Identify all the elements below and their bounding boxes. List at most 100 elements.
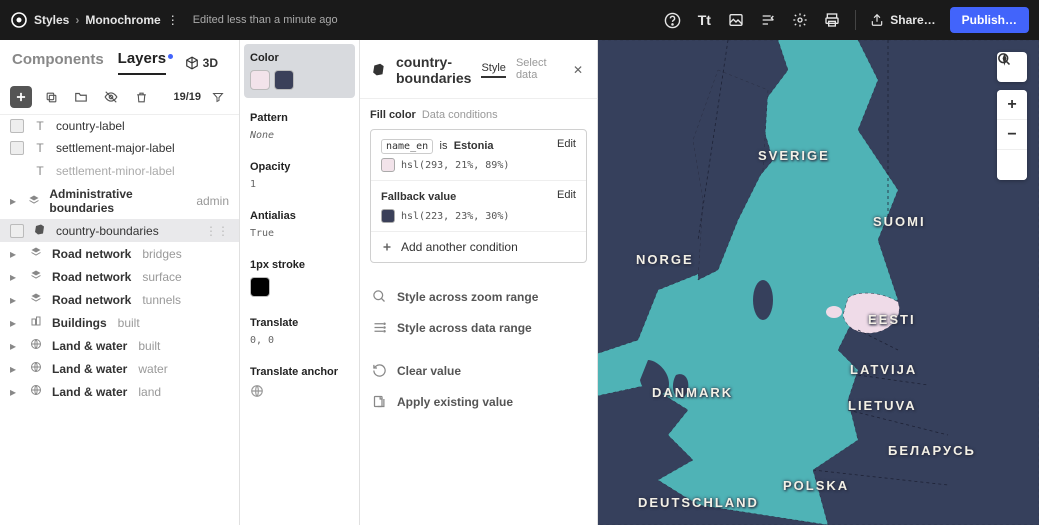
stroke-swatch[interactable] (250, 277, 270, 297)
notification-dot-icon (168, 54, 173, 59)
prop-antialias[interactable]: Antialias True (240, 200, 359, 249)
chevron-right-icon: ▸ (10, 247, 20, 261)
typography-icon[interactable]: Tt (695, 11, 713, 29)
layer-group-landwater-water[interactable]: ▸ Land & water water (0, 357, 239, 380)
layer-sublabel: admin (196, 194, 229, 208)
layer-sublabel: built (138, 339, 160, 353)
layer-group-admin[interactable]: ▸ Administrative boundaries admin (0, 183, 239, 219)
tab-3d-label: 3D (203, 56, 218, 70)
history-icon[interactable] (759, 11, 777, 29)
help-icon[interactable] (663, 11, 681, 29)
duplicate-button[interactable] (40, 86, 62, 108)
conditions-box: Edit name_en is Estonia hsl(293, 21%, 89… (370, 129, 587, 263)
style-zoom-button[interactable]: Style across zoom range (370, 281, 587, 312)
zoom-in-button[interactable]: + (997, 90, 1027, 120)
image-icon[interactable] (727, 11, 745, 29)
layer-group-roads-bridges[interactable]: ▸ Road network bridges (0, 242, 239, 265)
text-layer-icon: T (32, 141, 48, 155)
layer-item-country-boundaries[interactable]: country-boundaries ⋮⋮ (0, 219, 239, 242)
layer-label: Administrative boundaries (49, 187, 185, 215)
edit-link[interactable]: Edit (557, 189, 576, 201)
chevron-right-icon: ▸ (10, 385, 20, 399)
print-icon[interactable] (823, 11, 841, 29)
clear-value-button[interactable]: Clear value (370, 355, 587, 386)
layer-label: country-boundaries (56, 224, 159, 238)
drag-handle-icon[interactable]: ⋮⋮ (205, 224, 229, 238)
condition-item-estonia[interactable]: Edit name_en is Estonia hsl(293, 21%, 89… (371, 130, 586, 180)
layer-item-country-label[interactable]: T country-label ⋮⋮ (0, 115, 239, 137)
color-swatch-dark[interactable] (274, 70, 294, 90)
condition-item-fallback[interactable]: Edit Fallback value hsl(223, 23%, 30%) (371, 180, 586, 231)
prop-value: 0, 0 (250, 335, 349, 346)
group-icon (28, 269, 44, 284)
layer-group-landwater-built[interactable]: ▸ Land & water built (0, 334, 239, 357)
tab-style[interactable]: Style (481, 62, 505, 78)
layer-group-landwater-land[interactable]: ▸ Land & water land (0, 380, 239, 403)
apply-existing-button[interactable]: Apply existing value (370, 386, 587, 417)
layer-sublabel: built (118, 316, 140, 330)
close-icon[interactable]: ✕ (571, 61, 585, 79)
prop-value: True (250, 228, 349, 239)
gear-icon[interactable] (791, 11, 809, 29)
group-icon (28, 246, 44, 261)
layers-list: T country-label ⋮⋮ T settlement-major-la… (0, 115, 239, 525)
layer-group-buildings[interactable]: ▸ Buildings built (0, 311, 239, 334)
style-data-button[interactable]: Style across data range (370, 312, 587, 343)
chevron-right-icon: ▸ (10, 339, 20, 353)
layer-group-roads-tunnels[interactable]: ▸ Road network tunnels (0, 288, 239, 311)
layer-sublabel: bridges (142, 247, 181, 261)
add-condition-button[interactable]: Add another condition (371, 231, 586, 262)
layer-item-settlement-minor[interactable]: T settlement-minor-label (0, 159, 239, 183)
breadcrumb-current[interactable]: Monochrome (85, 13, 160, 27)
delete-button[interactable] (130, 86, 152, 108)
publish-button[interactable]: Publish… (950, 7, 1029, 33)
edit-link[interactable]: Edit (557, 138, 576, 150)
add-layer-button[interactable] (10, 86, 32, 108)
layer-label: Land & water (52, 339, 127, 353)
layer-sublabel: water (138, 362, 167, 376)
layer-sublabel: surface (142, 270, 181, 284)
text-layer-icon: T (32, 119, 48, 133)
prop-title: Translate (250, 317, 349, 329)
filter-button[interactable] (207, 86, 229, 108)
field-pill: name_en (381, 139, 433, 154)
chevron-right-icon: › (75, 13, 79, 27)
visibility-button[interactable] (100, 86, 122, 108)
hsl-value: hsl(293, 21%, 89%) (401, 160, 509, 171)
detail-panel: country-boundaries Style Select data ✕ F… (360, 40, 598, 525)
color-swatch (381, 158, 395, 172)
prop-stroke[interactable]: 1px stroke (240, 249, 359, 307)
action-label: Clear value (397, 364, 461, 378)
prop-opacity[interactable]: Opacity 1 (240, 151, 359, 200)
prop-color[interactable]: Color (244, 44, 355, 98)
conditions-label: Data conditions (422, 109, 498, 121)
prop-translate[interactable]: Translate 0, 0 (240, 307, 359, 356)
compass-button[interactable] (997, 150, 1027, 180)
checkbox-icon (10, 141, 24, 155)
share-button[interactable]: Share… (870, 13, 935, 27)
folder-button[interactable] (70, 86, 92, 108)
layer-item-settlement-major[interactable]: T settlement-major-label ⋮⋮ (0, 137, 239, 159)
top-bar: Styles › Monochrome ⋮ Edited less than a… (0, 0, 1039, 40)
prop-title: Color (250, 52, 349, 64)
logo-icon[interactable] (10, 11, 28, 29)
prop-translate-anchor[interactable]: Translate anchor (240, 356, 359, 411)
tab-components[interactable]: Components (12, 51, 104, 74)
color-swatch-light[interactable] (250, 70, 270, 90)
hsl-value: hsl(223, 23%, 30%) (401, 211, 509, 222)
checkbox-icon (10, 224, 24, 238)
zoom-out-button[interactable]: − (997, 120, 1027, 150)
breadcrumb-root[interactable]: Styles (34, 13, 69, 27)
layer-label: Buildings (52, 316, 107, 330)
tab-select-data[interactable]: Select data (516, 57, 561, 83)
tab-layers[interactable]: Layers (118, 50, 166, 75)
tab-3d[interactable]: 3D (185, 56, 227, 70)
prop-pattern[interactable]: Pattern None (240, 102, 359, 151)
checkbox-icon (10, 119, 24, 133)
layer-label: Road network (52, 293, 131, 307)
chevron-right-icon: ▸ (10, 270, 20, 284)
panel-title: country-boundaries (396, 54, 471, 86)
map-canvas[interactable]: SVERIGENORGESUOMIEESTILATVIJALIETUVADANM… (598, 40, 1039, 525)
more-icon[interactable]: ⋮ (167, 13, 179, 27)
layer-group-roads-surface[interactable]: ▸ Road network surface (0, 265, 239, 288)
